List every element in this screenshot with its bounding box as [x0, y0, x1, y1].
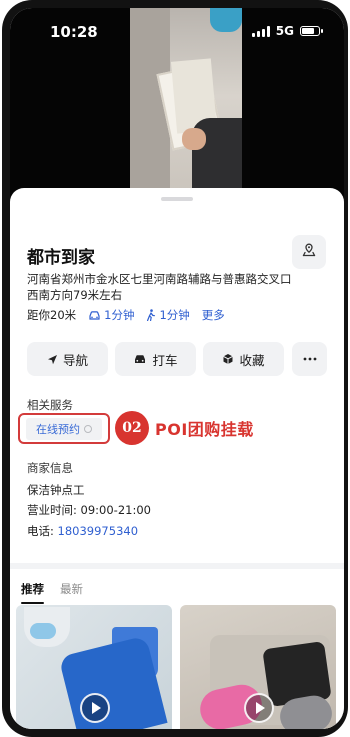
action-bar: 导航 打车 收藏: [27, 342, 327, 376]
tab-latest[interactable]: 最新: [60, 581, 83, 597]
route-icon: [301, 242, 317, 262]
annotation-text: POI团购挂载: [155, 420, 254, 439]
phone-number-link[interactable]: 18039975340: [58, 524, 138, 538]
drag-handle[interactable]: [161, 197, 193, 201]
navigate-label: 导航: [62, 352, 88, 368]
phone-label: 电话:: [27, 524, 58, 538]
taxi-label: 打车: [152, 352, 178, 368]
distance-label: 距你20米: [27, 308, 77, 322]
battery-icon: [300, 26, 323, 36]
favorite-label: 收藏: [239, 352, 265, 368]
place-name: 都市到家: [27, 248, 95, 268]
status-bar: 10:28 5G: [10, 8, 344, 52]
merchant-info-title: 商家信息: [27, 461, 73, 475]
merchant-hours: 营业时间: 09:00-21:00: [27, 503, 151, 517]
network-label: 5G: [275, 24, 294, 38]
signal-icon: [251, 25, 270, 37]
place-address: 河南省郑州市金水区七里河南路辅路与普惠路交叉口西南方向79米左右: [27, 272, 292, 302]
merchant-service-name: 保洁钟点工: [27, 483, 85, 497]
phone-frame: 10:28 5G 都市到家 河南省郑州市金水区七里河南路辅路与普惠路交叉口西南方…: [2, 0, 348, 737]
more-dots-icon: [303, 357, 317, 361]
navigate-button[interactable]: 导航: [27, 342, 108, 376]
place-detail-card: 都市到家 河南省郑州市金水区七里河南路辅路与普惠路交叉口西南方向79米左右 距你…: [10, 188, 344, 563]
route-button[interactable]: [292, 235, 326, 269]
more-link[interactable]: 更多: [202, 307, 225, 323]
tab-recommended[interactable]: 推荐: [21, 581, 44, 604]
feed-tabs: 推荐 最新: [21, 581, 83, 604]
car-icon: [88, 310, 101, 321]
feed-video-card[interactable]: [16, 605, 172, 729]
online-booking-label: 在线预约: [36, 423, 80, 436]
status-time: 10:28: [50, 23, 98, 41]
place-meta-row: 距你20米 1分钟 1分钟 更多: [27, 307, 225, 323]
walk-icon: [146, 309, 156, 321]
play-icon[interactable]: [80, 693, 110, 723]
related-services-title: 相关服务: [27, 398, 73, 412]
content-feed: 推荐 最新: [10, 563, 344, 729]
drive-time: 1分钟: [104, 308, 135, 322]
taxi-button[interactable]: 打车: [115, 342, 196, 376]
annotation-callout: 02 POI团购挂载: [115, 411, 254, 445]
play-icon[interactable]: [244, 693, 274, 723]
walk-time: 1分钟: [159, 308, 190, 322]
online-booking-chip[interactable]: 在线预约: [26, 418, 102, 440]
status-circle-icon: [84, 425, 92, 433]
annotation-badge: 02: [115, 411, 149, 445]
phone-screen: 10:28 5G 都市到家 河南省郑州市金水区七里河南路辅路与普惠路交叉口西南方…: [10, 8, 344, 729]
more-actions-button[interactable]: [292, 342, 327, 376]
drive-time-link[interactable]: 1分钟: [88, 307, 134, 323]
feed-video-card[interactable]: [180, 605, 336, 729]
status-indicators: 5G: [251, 24, 323, 38]
navigation-arrow-icon: [47, 354, 58, 365]
walk-time-link[interactable]: 1分钟: [146, 307, 190, 323]
taxi-icon: [133, 353, 147, 365]
cube-icon: [222, 353, 234, 365]
merchant-phone-row: 电话: 18039975340: [27, 523, 138, 539]
favorite-button[interactable]: 收藏: [203, 342, 284, 376]
